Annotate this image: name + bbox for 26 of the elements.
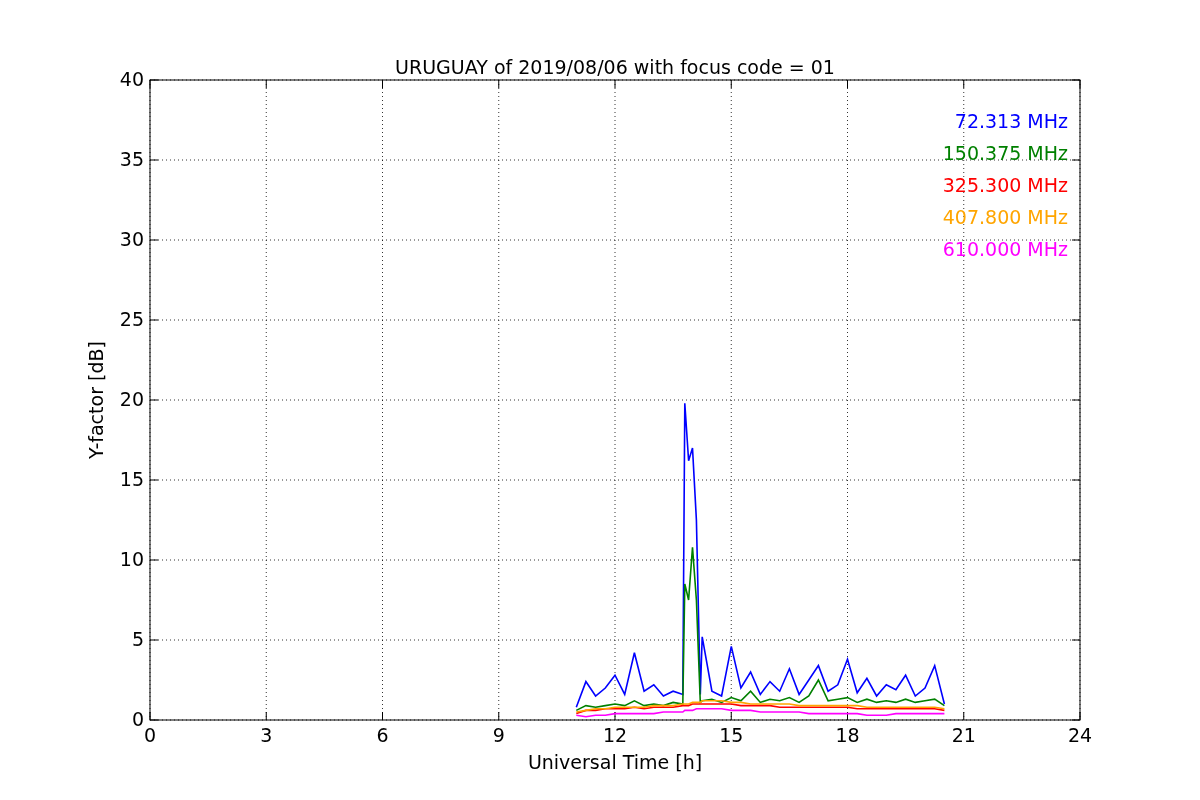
y-tick-label: 30 [119,228,144,250]
x-tick-label: 6 [376,724,389,746]
chart-title: URUGUAY of 2019/08/06 with focus code = 01 [395,56,835,78]
x-tick-label: 3 [260,724,273,746]
legend-label: 407.800 MHz [942,206,1068,228]
y-tick-label: 5 [131,628,144,650]
x-tick-label: 12 [602,724,628,746]
legend-label: 150.375 MHz [942,142,1068,164]
y-tick-label: 25 [119,308,144,330]
legend-label: 325.300 MHz [942,174,1068,196]
y-tick-label: 20 [119,388,144,410]
legend-label: 610.000 MHz [942,238,1068,260]
y-axis-label: Y-factor [dB] [85,341,107,459]
x-tick-label: 24 [1067,724,1093,746]
y-tick-label: 40 [119,68,144,90]
x-tick-label: 21 [951,724,976,746]
y-tick-label: 10 [119,548,144,570]
x-tick-label: 18 [835,724,860,746]
x-tick-label: 15 [719,724,744,746]
x-tick-label: 0 [143,724,157,746]
y-tick-label: 35 [119,148,144,170]
legend-label: 72.313 MHz [954,110,1068,132]
x-axis-label: Universal Time [h] [527,751,703,773]
y-tick-label: 0 [131,708,144,730]
x-tick-label: 9 [492,724,505,746]
y-tick-label: 15 [119,468,144,490]
